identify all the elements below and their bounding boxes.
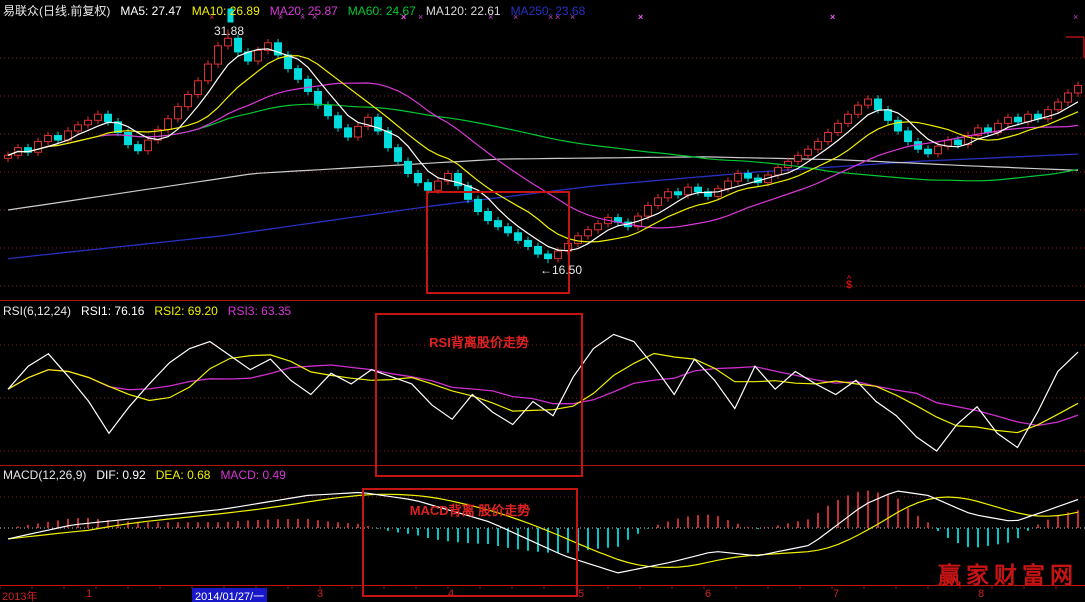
red-cross-marker-icon: × xyxy=(209,13,214,22)
macd-divergence-note: MACD背离 股价走势 xyxy=(362,500,578,519)
macd-title: MACD(12,26,9) xyxy=(3,468,86,482)
peak-price-label: 31.88 xyxy=(214,24,244,38)
cross-marker-icon: × xyxy=(570,13,575,22)
cross-marker-icon: × xyxy=(1073,13,1078,22)
stock-chart-app: 易联众(日线.前复权)MA5: 27.47MA10: 26.89MA20: 25… xyxy=(0,0,1085,602)
cross-marker-icon: × xyxy=(488,13,493,22)
cross-marker-icon: × xyxy=(278,13,283,22)
rsi-values: RSI1: 76.16 RSI2: 69.20 RSI3: 63.35 xyxy=(81,304,301,318)
axis-tick-label: 2013年 xyxy=(2,588,37,602)
rsi-value: RSI3: 63.35 xyxy=(228,304,291,318)
rsi-title: RSI(6,12,24) xyxy=(3,304,71,318)
cross-marker-icon: × xyxy=(513,13,518,22)
axis-tick-label: 5 xyxy=(578,588,584,600)
date-cursor-label: 2014/01/27/一 xyxy=(192,588,267,602)
rsi-value: RSI1: 76.16 xyxy=(81,304,144,318)
axis-tick-label: 3 xyxy=(317,588,323,600)
rsi-value: RSI2: 69.20 xyxy=(154,304,217,318)
dollar-marker: ^$ xyxy=(846,276,852,289)
cross-marker-icon: × xyxy=(830,13,835,22)
rsi-header: RSI(6,12,24) RSI1: 76.16 RSI2: 69.20 RSI3: … xyxy=(3,304,311,318)
cross-marker-icon: × xyxy=(555,13,560,22)
macd-value: MACD: 0.49 xyxy=(220,468,285,482)
cross-marker-icon: × xyxy=(638,13,643,22)
watermark: 赢家财富网 xyxy=(938,556,1078,590)
ma-value: MA5: 27.47 xyxy=(120,4,181,18)
cross-marker-icon: × xyxy=(401,13,406,22)
ma-value: MA10: 26.89 xyxy=(192,4,260,18)
rsi-divergence-note: RSI背离股价走势 xyxy=(375,332,583,351)
ma-values: MA5: 27.47MA10: 26.89MA20: 25.87MA60: 24… xyxy=(120,4,595,18)
axis-tick-label: 1 xyxy=(86,588,92,600)
cross-marker-icon: × xyxy=(312,13,317,22)
stock-title: 易联众(日线.前复权) xyxy=(3,4,110,18)
axis-tick-label: 7 xyxy=(833,588,839,600)
cross-marker-icon: × xyxy=(300,13,305,22)
macd-header: MACD(12,26,9) DIF: 0.92 DEA: 0.68 MACD: 0.4… xyxy=(3,468,306,482)
low-price-label: ←16.50 xyxy=(540,263,582,277)
macd-values: DIF: 0.92 DEA: 0.68 MACD: 0.49 xyxy=(96,468,295,482)
macd-value: DEA: 0.68 xyxy=(156,468,211,482)
cross-marker-icon: × xyxy=(548,13,553,22)
cross-marker-icon: × xyxy=(418,13,423,22)
macd-value: DIF: 0.92 xyxy=(96,468,145,482)
price-divergence-box xyxy=(426,191,570,294)
axis-tick-label: 6 xyxy=(705,588,711,600)
